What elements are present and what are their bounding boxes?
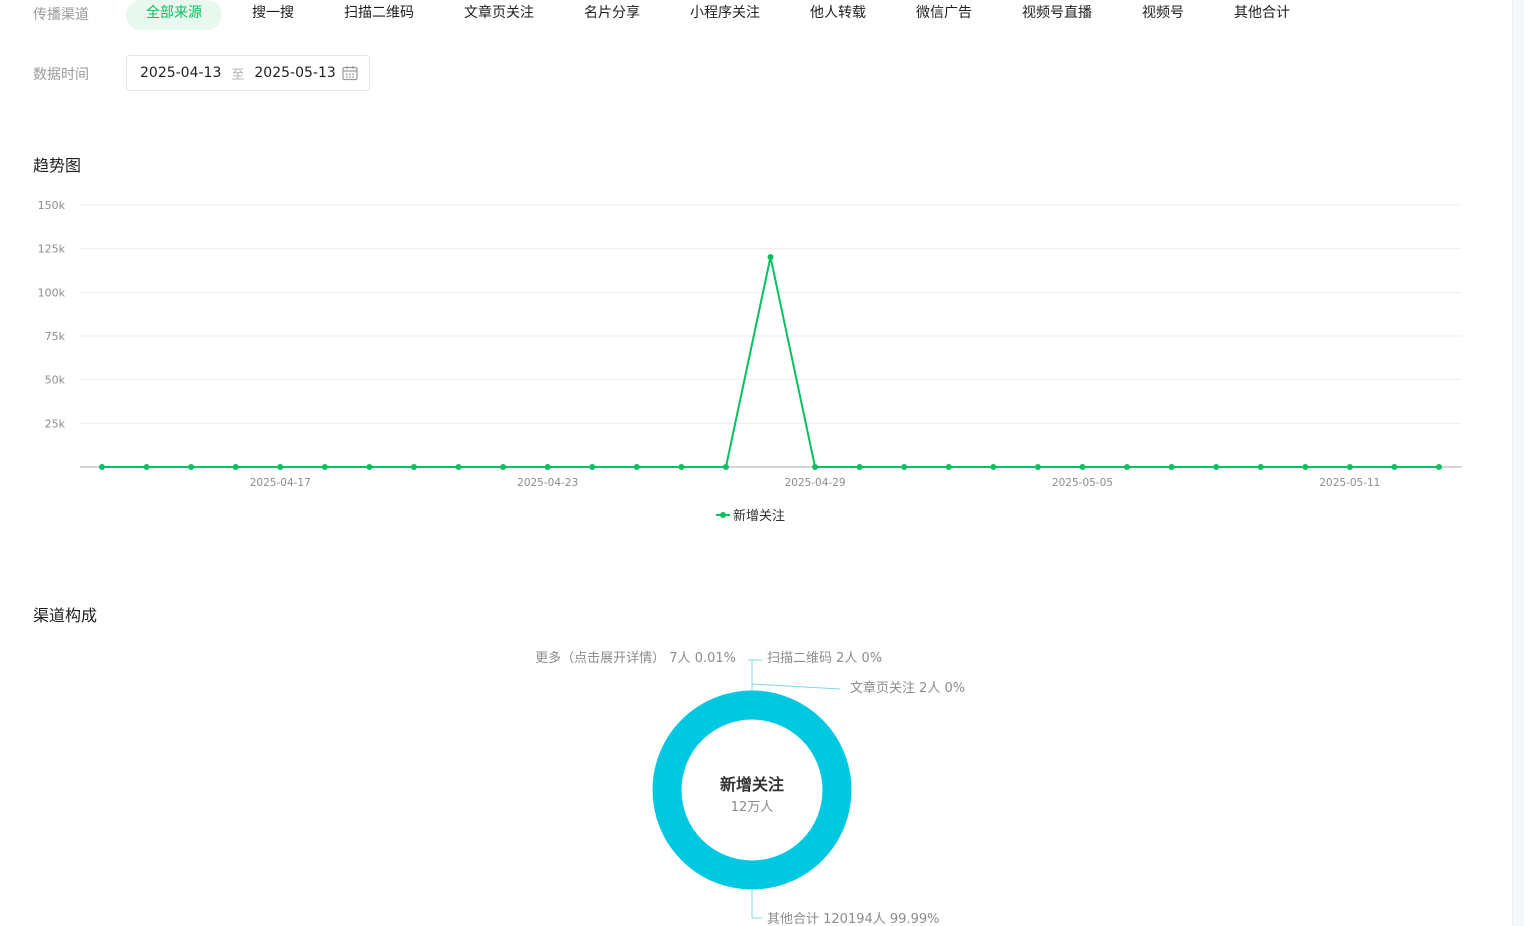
channel-tab-1[interactable]: 搜一搜 xyxy=(232,0,314,30)
data-point[interactable] xyxy=(366,464,373,470)
channel-tab-4[interactable]: 名片分享 xyxy=(564,0,660,30)
x-tick-label: 2025-04-17 xyxy=(250,477,311,489)
channel-tab-9[interactable]: 视频号 xyxy=(1122,0,1204,30)
channel-tab-5[interactable]: 小程序关注 xyxy=(670,0,780,30)
x-tick-label: 2025-05-11 xyxy=(1319,477,1380,489)
donut-center-value: 12万人 xyxy=(731,800,774,815)
data-point[interactable] xyxy=(500,464,507,470)
data-point[interactable] xyxy=(99,464,105,470)
date-filter-label: 数据时间 xyxy=(33,67,89,83)
data-point[interactable] xyxy=(544,464,551,470)
y-tick-label: 150k xyxy=(38,199,66,212)
date-range-picker[interactable]: 2025-04-13 至 2025-05-13 xyxy=(126,55,370,91)
y-tick-label: 50k xyxy=(45,374,66,387)
channel-filter-label: 传播渠道 xyxy=(33,7,89,23)
data-point[interactable] xyxy=(1079,464,1086,470)
x-tick-label: 2025-04-23 xyxy=(517,477,578,489)
channel-tab-6[interactable]: 他人转载 xyxy=(790,0,886,30)
data-point[interactable] xyxy=(589,464,596,470)
donut-label-article: 文章页关注 2人 0% xyxy=(850,680,965,696)
y-tick-label: 25k xyxy=(45,417,66,430)
start-date-input[interactable]: 2025-04-13 xyxy=(140,65,221,81)
channel-tab-2[interactable]: 扫描二维码 xyxy=(324,0,434,30)
series-line-new-follows xyxy=(102,256,1439,468)
y-tick-label: 125k xyxy=(38,243,66,256)
donut-label-qr: 扫描二维码 2人 0% xyxy=(767,651,882,666)
data-point[interactable] xyxy=(678,464,685,470)
data-point[interactable] xyxy=(1257,464,1264,470)
donut-label-other: 其他合计 120194人 99.99% xyxy=(767,912,939,926)
data-point[interactable] xyxy=(722,464,729,470)
donut-center-title: 新增关注 xyxy=(720,775,784,794)
trend-section-title: 趋势图 xyxy=(33,156,82,175)
data-point[interactable] xyxy=(1346,464,1353,470)
composition-section-title: 渠道构成 xyxy=(33,606,98,625)
channel-tab-0[interactable]: 全部来源 xyxy=(126,0,222,30)
data-point[interactable] xyxy=(767,254,774,261)
channel-tab-7[interactable]: 微信广告 xyxy=(896,0,992,30)
donut-label-more[interactable]: 更多（点击展开详情） 7人 0.01% xyxy=(535,650,736,666)
data-point[interactable] xyxy=(856,464,863,470)
data-point[interactable] xyxy=(990,464,997,470)
y-tick-label: 75k xyxy=(45,330,66,343)
data-point[interactable] xyxy=(321,464,328,470)
data-point[interactable] xyxy=(277,464,284,470)
data-point[interactable] xyxy=(1124,464,1131,470)
calendar-icon[interactable] xyxy=(341,64,359,82)
channel-tab-3[interactable]: 文章页关注 xyxy=(444,0,554,30)
data-point[interactable] xyxy=(1391,464,1398,470)
data-point[interactable] xyxy=(455,464,462,470)
leader-line-other xyxy=(751,890,762,919)
page-right-edge xyxy=(1512,0,1524,926)
data-point[interactable] xyxy=(143,464,150,470)
data-point[interactable] xyxy=(1436,464,1442,470)
donut-chart: 新增关注 12万人 更多（点击展开详情） 7人 0.01% 扫描二维码 2人 0% 文章… xyxy=(535,650,965,926)
end-date-input[interactable]: 2025-05-13 xyxy=(254,65,335,81)
legend-label[interactable]: 新增关注 xyxy=(733,508,785,524)
data-point[interactable] xyxy=(633,464,640,470)
data-point[interactable] xyxy=(232,464,239,470)
legend-marker-icon xyxy=(720,512,726,518)
data-point[interactable] xyxy=(1034,464,1041,470)
data-point[interactable] xyxy=(188,464,195,470)
y-tick-label: 100k xyxy=(38,286,66,299)
x-tick-label: 2025-04-29 xyxy=(785,477,846,489)
x-tick-label: 2025-05-05 xyxy=(1052,477,1113,489)
channel-tab-10[interactable]: 其他合计 xyxy=(1214,0,1310,30)
data-point[interactable] xyxy=(410,464,417,470)
trend-chart: 25k 50k 75k 100k 125k 150k 2025-04-17 2025-04-2… xyxy=(38,199,1462,524)
data-point[interactable] xyxy=(1302,464,1309,470)
data-point[interactable] xyxy=(945,464,952,470)
date-range-separator: 至 xyxy=(231,67,245,83)
data-point[interactable] xyxy=(1168,464,1175,470)
data-point[interactable] xyxy=(901,464,908,470)
data-point[interactable] xyxy=(812,464,819,470)
leader-line-more xyxy=(748,659,753,690)
channel-tab-8[interactable]: 视频号直播 xyxy=(1002,0,1112,30)
leader-line-article xyxy=(751,683,841,690)
data-point[interactable] xyxy=(1213,464,1220,470)
channel-tabs: 全部来源 搜一搜 扫描二维码 文章页关注 名片分享 小程序关注 他人转载 微信广告 视频号直播视… xyxy=(126,0,1320,30)
